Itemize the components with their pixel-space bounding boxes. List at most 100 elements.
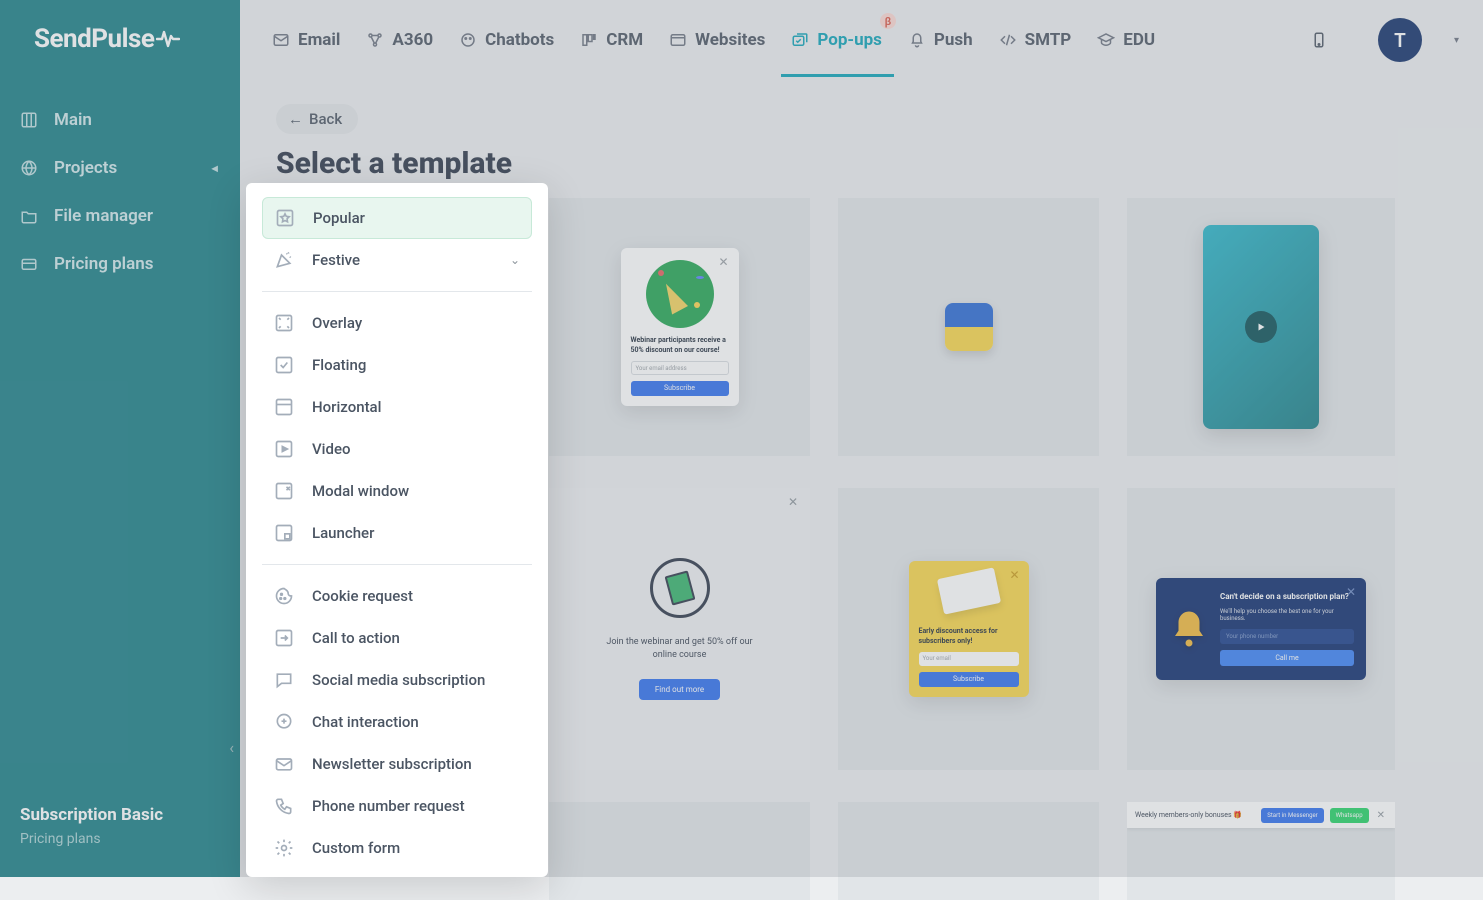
category-horizontal[interactable]: Horizontal: [262, 386, 532, 428]
sidebar-item-main[interactable]: Main: [0, 96, 240, 144]
expand-icon: [274, 313, 294, 333]
back-label: Back: [309, 110, 342, 128]
subscription-footer: Subscription Basic Pricing plans: [0, 805, 240, 877]
corner-icon: [274, 523, 294, 543]
popup-icon: [791, 31, 809, 49]
bell-icon: [908, 31, 926, 49]
category-custom-form[interactable]: Custom form: [262, 827, 532, 869]
topnav-websites[interactable]: Websites: [669, 3, 765, 77]
sidebar-collapse-toggle[interactable]: ‹: [229, 738, 234, 757]
topnav-email[interactable]: Email: [272, 3, 340, 77]
sidebar-item-label: Pricing plans: [54, 254, 153, 274]
category-floating[interactable]: Floating: [262, 344, 532, 386]
topbar: Email A360 Chatbots CRM Websites Pop-ups…: [240, 0, 1483, 80]
template-preview: ✕ Early discount access for subscribers …: [909, 561, 1029, 696]
category-label: Modal window: [312, 482, 409, 500]
topnav-crm[interactable]: CRM: [580, 3, 643, 77]
grid-icon: [20, 111, 38, 129]
arrow-left-icon: ←: [288, 110, 303, 128]
chevron-down-icon: ⌄: [510, 253, 520, 267]
browser-icon: [669, 31, 687, 49]
category-video[interactable]: Video: [262, 428, 532, 470]
money-icon: [650, 558, 710, 618]
category-social-media-subscription[interactable]: Social media subscription: [262, 659, 532, 701]
template-preview: Weekly members-only bonuses 🎁 Start in M…: [1127, 802, 1395, 828]
sidebar-item-label: Main: [54, 110, 92, 130]
play-box-icon: [274, 439, 294, 459]
template-card[interactable]: [838, 198, 1099, 456]
close-icon: ✕: [1375, 810, 1387, 821]
category-label: Cookie request: [312, 587, 413, 605]
category-label: Launcher: [312, 524, 374, 542]
back-button[interactable]: ← Back: [276, 104, 358, 134]
play-icon: [1245, 311, 1277, 343]
check-box-icon: [274, 355, 294, 375]
template-preview: ✕ Can't decide on a subscription plan? W…: [1156, 578, 1366, 680]
folder-icon: [20, 207, 38, 225]
topnav-smtp[interactable]: SMTP: [999, 3, 1072, 77]
subscription-link[interactable]: Pricing plans: [20, 831, 220, 847]
chat-icon: [274, 670, 294, 690]
page-title: Select a template: [276, 146, 1443, 181]
divider: [262, 564, 532, 565]
topnav-label: Pop-ups: [817, 30, 882, 50]
phone-icon: [274, 796, 294, 816]
template-card[interactable]: ✕ Can't decide on a subscription plan? W…: [1127, 488, 1395, 770]
sidebar-item-pricing-plans[interactable]: Pricing plans: [0, 240, 240, 288]
category-call-to-action[interactable]: Call to action: [262, 617, 532, 659]
topnav-label: EDU: [1123, 30, 1155, 50]
template-grid: ✕ Webinar participants receive a 50% dis…: [549, 198, 1395, 900]
code-icon: [999, 31, 1017, 49]
category-modal-window[interactable]: Modal window: [262, 470, 532, 512]
category-chat-interaction[interactable]: Chat interaction: [262, 701, 532, 743]
category-newsletter-subscription[interactable]: Newsletter subscription: [262, 743, 532, 785]
topnav-label: Websites: [695, 30, 765, 50]
sidebar-item-projects[interactable]: Projects ◄: [0, 144, 240, 192]
template-preview: ✕ Webinar participants receive a 50% dis…: [621, 248, 739, 405]
topnav-a360[interactable]: A360: [366, 3, 433, 77]
beta-badge: β: [880, 13, 896, 29]
bot-icon: [459, 31, 477, 49]
kanban-icon: [580, 31, 598, 49]
template-card[interactable]: [1127, 198, 1395, 456]
category-cookie-request[interactable]: Cookie request: [262, 575, 532, 617]
template-card[interactable]: [838, 802, 1099, 900]
topnav-label: Push: [934, 30, 973, 50]
brand-name: SendPulse: [34, 24, 154, 54]
chevron-down-icon[interactable]: ▾: [1454, 35, 1459, 46]
category-launcher[interactable]: Launcher: [262, 512, 532, 554]
topnav-chatbots[interactable]: Chatbots: [459, 3, 554, 77]
template-card[interactable]: Weekly members-only bonuses 🎁 Start in M…: [1127, 802, 1395, 900]
category-label: Horizontal: [312, 398, 381, 416]
template-card[interactable]: ✕ Webinar participants receive a 50% dis…: [549, 198, 810, 456]
category-label: Popular: [313, 209, 365, 227]
category-label: Video: [312, 440, 351, 458]
topnav-push[interactable]: Push: [908, 3, 973, 77]
chevron-left-icon: ◄: [209, 162, 220, 175]
close-icon: ✕: [1346, 586, 1358, 598]
category-phone-number-request[interactable]: Phone number request: [262, 785, 532, 827]
template-card[interactable]: ✕ Early discount access for subscribers …: [838, 488, 1099, 770]
sidebar-item-label: File manager: [54, 206, 153, 226]
window-close-icon: [274, 481, 294, 501]
template-card[interactable]: ✕ Join the webinar and get 50% off our o…: [549, 488, 810, 770]
category-label: Festive: [312, 251, 360, 269]
template-preview: [945, 303, 993, 351]
sidebar-item-file-manager[interactable]: File manager: [0, 192, 240, 240]
avatar[interactable]: T: [1378, 18, 1422, 62]
template-card[interactable]: [549, 802, 810, 900]
category-label: Floating: [312, 356, 366, 374]
category-festive[interactable]: Festive ⌄: [262, 239, 532, 281]
category-overlay[interactable]: Overlay: [262, 302, 532, 344]
category-label: Overlay: [312, 314, 362, 332]
card-icon: [20, 255, 38, 273]
topnav-edu[interactable]: EDU: [1097, 3, 1155, 77]
topnav-popups[interactable]: Pop-ups β: [791, 3, 882, 77]
category-dropdown: Popular Festive ⌄ Overlay Floating Horiz…: [246, 183, 548, 877]
logo[interactable]: SendPulse: [0, 0, 240, 84]
close-icon: ✕: [1009, 569, 1021, 581]
mobile-icon[interactable]: [1310, 29, 1328, 51]
category-popular[interactable]: Popular: [262, 197, 532, 239]
category-label: Chat interaction: [312, 713, 419, 731]
nodes-icon: [366, 31, 384, 49]
